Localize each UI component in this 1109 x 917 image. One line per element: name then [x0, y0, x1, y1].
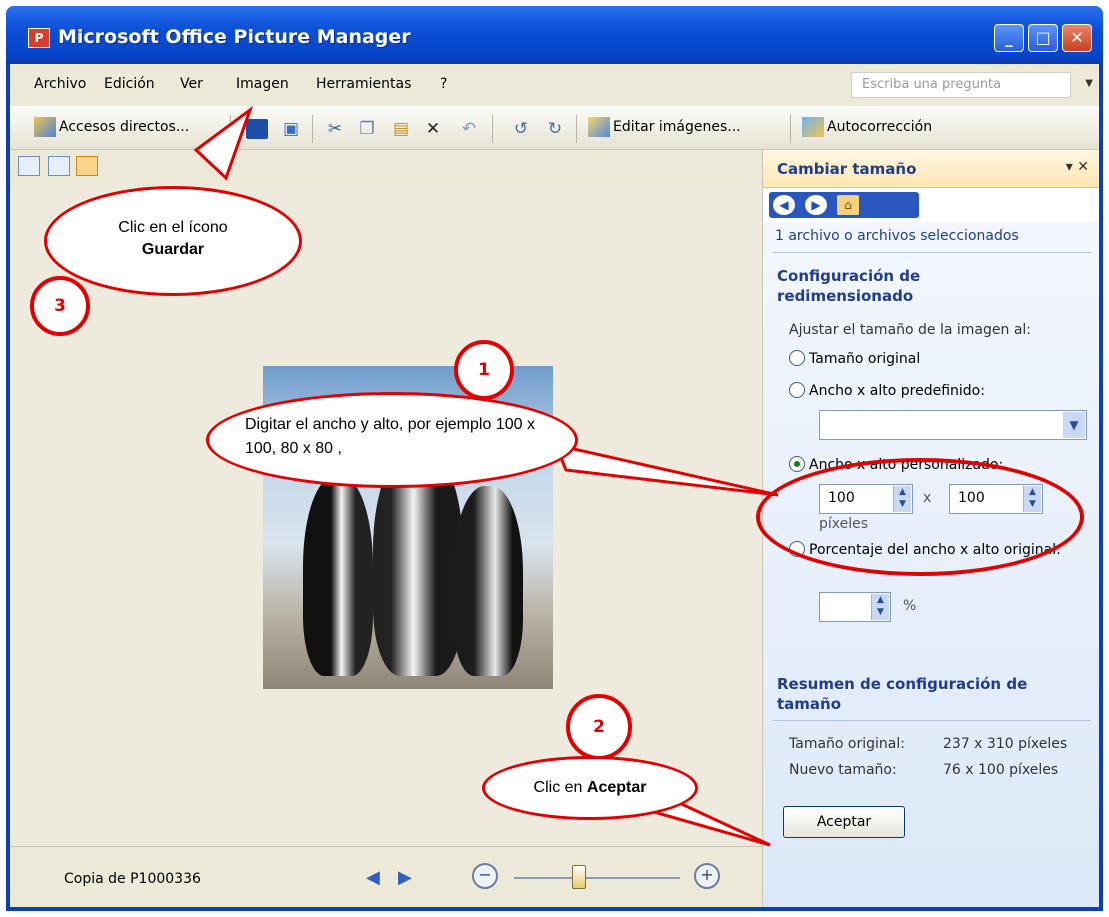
callout-step2: Clic en Aceptar [482, 756, 698, 820]
pointer-step1 [553, 442, 779, 497]
callout-step3-text: Clic en el ícono [118, 219, 228, 236]
step-1-badge: 1 [454, 340, 514, 400]
pointer-step3 [193, 105, 254, 181]
step-3-badge: 3 [30, 276, 90, 336]
callout-step3-bold: Guardar [141, 241, 205, 258]
callout-step1-text: Digitar el ancho y alto, por ejemplo 100… [245, 416, 535, 457]
custom-size-highlight [756, 458, 1084, 576]
callout-step2-bold: Aceptar [586, 779, 647, 796]
callout-step2-text: Clic en [533, 779, 587, 796]
callout-step3: Clic en el ícono Guardar [44, 186, 302, 296]
callout-step1: Digitar el ancho y alto, por ejemplo 100… [206, 392, 578, 488]
step-2-badge: 2 [566, 694, 632, 760]
